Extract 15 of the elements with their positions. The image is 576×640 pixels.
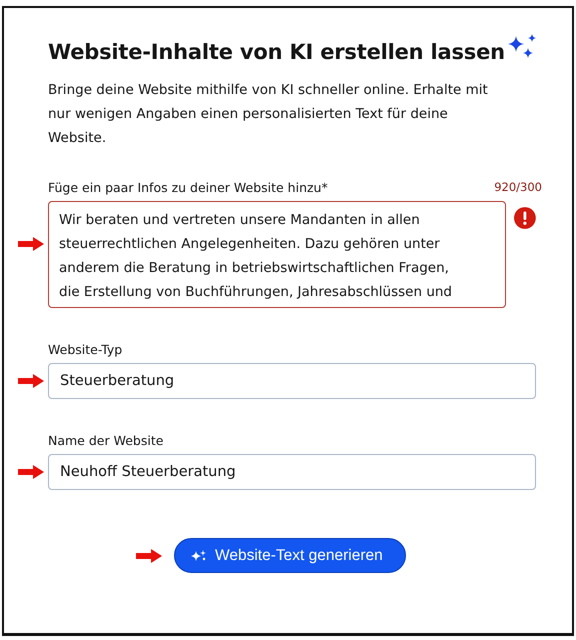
field-label: Website-Typ [48,342,122,357]
description-text: Bringe deine Website mithilfe von KI schneller online. Erhalte mit nur wenigen Angaben einen personalisierten Text für deine Website. [48,81,489,148]
input-field[interactable]: Neuhoff Steuerberatung [48,454,536,490]
arrow-icon [136,548,162,562]
dialog-title: Website-Inhalte von KI erstellen lassen [48,40,505,64]
character-counter: 920/300 [494,180,542,195]
arrow-icon [18,465,44,479]
input-field[interactable]: Steuerberatung [48,363,536,399]
field-label: Füge ein paar Infos zu deiner Website hinzu* [48,180,328,195]
generate-button[interactable]: Website-Text generieren [174,538,406,573]
field-label: Name der Website [48,433,164,448]
arrow-icon [18,374,44,388]
text-area[interactable]: Wir beraten und vertreten unsere Mandanten in allen steuerrechtlichen Angelegenheiten. Dazu gehören unter anderem die Beratung in betriebswirtschaftlichen Fragen, die Erstellung von Buchführungen, Jahresabschlüssen und [48,201,506,308]
sparkle-icon [191,548,207,562]
arrow-icon [18,237,44,251]
